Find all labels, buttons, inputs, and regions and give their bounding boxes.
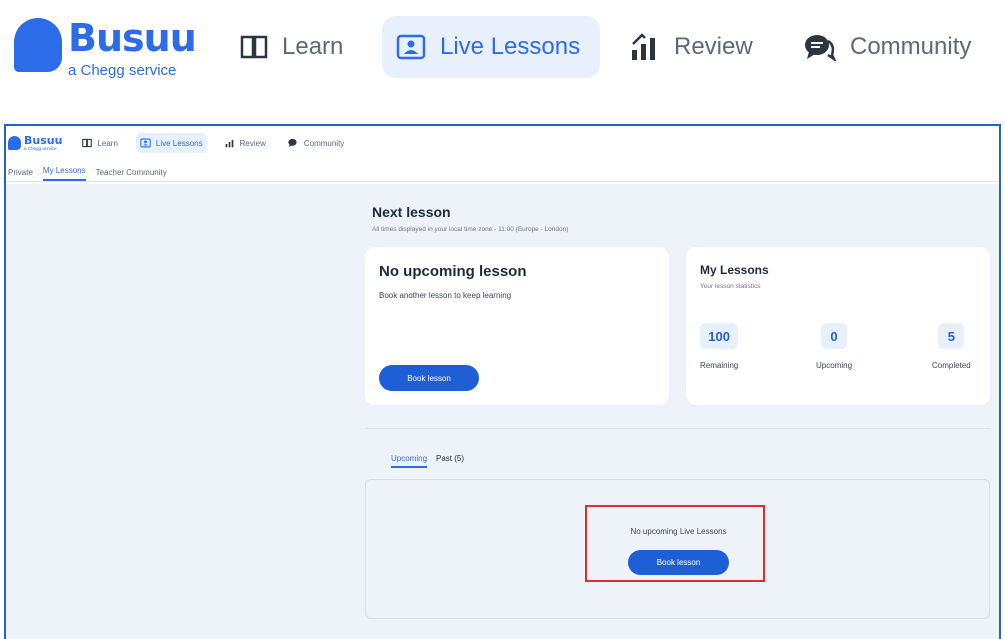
sub-navigation: Private My Lessons Teacher Community [6, 160, 999, 182]
stat-label: Remaining [700, 361, 739, 370]
nav-learn-label: Learn [282, 33, 344, 60]
nav-learn[interactable]: Learn [226, 16, 357, 78]
highlight-box [585, 505, 765, 582]
stat-label: Completed [932, 361, 971, 370]
subnav-teacher-community[interactable]: Teacher Community [96, 168, 167, 181]
person-screen-icon [140, 138, 151, 148]
divider [365, 428, 990, 429]
nav-review[interactable]: Review [221, 133, 270, 153]
nav-live-lessons-label: Live Lessons [440, 33, 581, 60]
person-screen-icon [396, 33, 426, 61]
stat-completed: 5 Completed [932, 323, 971, 370]
top-navbar: Busuu a Chegg service Learn Live Lessons… [6, 126, 999, 160]
subnav-my-lessons[interactable]: My Lessons [42, 166, 86, 181]
next-lesson-title: Next lesson [372, 204, 451, 220]
stat-remaining: 100 Remaining [700, 323, 738, 370]
timezone-note: All times displayed in your local time z… [372, 226, 569, 233]
nav-community-label: Community [303, 138, 345, 148]
nav-community[interactable]: Community [790, 16, 985, 78]
nav-live-lessons[interactable]: Live Lessons [135, 133, 207, 153]
chat-bubble-icon [804, 33, 836, 61]
tab-upcoming[interactable]: Upcoming [391, 454, 428, 468]
card-title: No upcoming lesson [379, 263, 527, 280]
bar-chart-icon [225, 138, 235, 148]
brand-name: Busuu [68, 16, 197, 60]
book-lesson-button[interactable]: Book lesson [379, 365, 479, 391]
bar-chart-icon [630, 32, 660, 62]
my-lessons-card: My Lessons Your lesson statistics 100 Re… [686, 247, 990, 405]
tab-past[interactable]: Past (5) [436, 454, 464, 468]
nav-community-label: Community [850, 33, 972, 60]
nav-community[interactable]: Community [284, 133, 348, 153]
stat-value: 5 [938, 323, 965, 349]
stat-upcoming: 0 Upcoming [816, 323, 852, 370]
nav-live-lessons-label: Live Lessons [155, 138, 203, 148]
nav-learn-label: Learn [97, 138, 118, 148]
nav-review-label: Review [674, 33, 753, 60]
lesson-tabs: Upcoming Past (5) [391, 454, 473, 468]
logo[interactable]: Busuu a Chegg service [14, 16, 197, 79]
busuu-logo-mark [8, 136, 21, 150]
logo-small[interactable]: Busuu a Chegg service [8, 135, 62, 151]
zoomed-header: Busuu a Chegg service Learn Live Lessons… [0, 0, 1005, 104]
stat-value: 0 [821, 323, 847, 349]
app-window: Busuu a Chegg service Learn Live Lessons… [4, 124, 1001, 639]
brand-subtitle: a Chegg service [24, 146, 57, 151]
busuu-logo-mark [14, 18, 62, 72]
book-icon [82, 138, 93, 148]
nav-learn[interactable]: Learn [78, 133, 121, 153]
stat-label: Upcoming [816, 361, 853, 370]
subnav-private[interactable]: Private [8, 168, 33, 181]
next-lesson-card: No upcoming lesson Book another lesson t… [365, 247, 669, 405]
brand-name: Busuu [24, 134, 63, 147]
nav-live-lessons[interactable]: Live Lessons [382, 16, 600, 78]
nav-review-label: Review [239, 138, 266, 148]
my-lessons-subtitle: Your lesson statistics [700, 283, 761, 290]
brand-subtitle: a Chegg service [68, 62, 177, 79]
card-text: Book another lesson to keep learning [379, 291, 512, 300]
stat-value: 100 [700, 323, 738, 349]
chat-bubble-icon [288, 138, 299, 148]
main-content: Next lesson All times displayed in your … [6, 184, 999, 639]
my-lessons-title: My Lessons [700, 263, 769, 277]
nav-review[interactable]: Review [616, 16, 767, 78]
book-icon [240, 33, 268, 61]
